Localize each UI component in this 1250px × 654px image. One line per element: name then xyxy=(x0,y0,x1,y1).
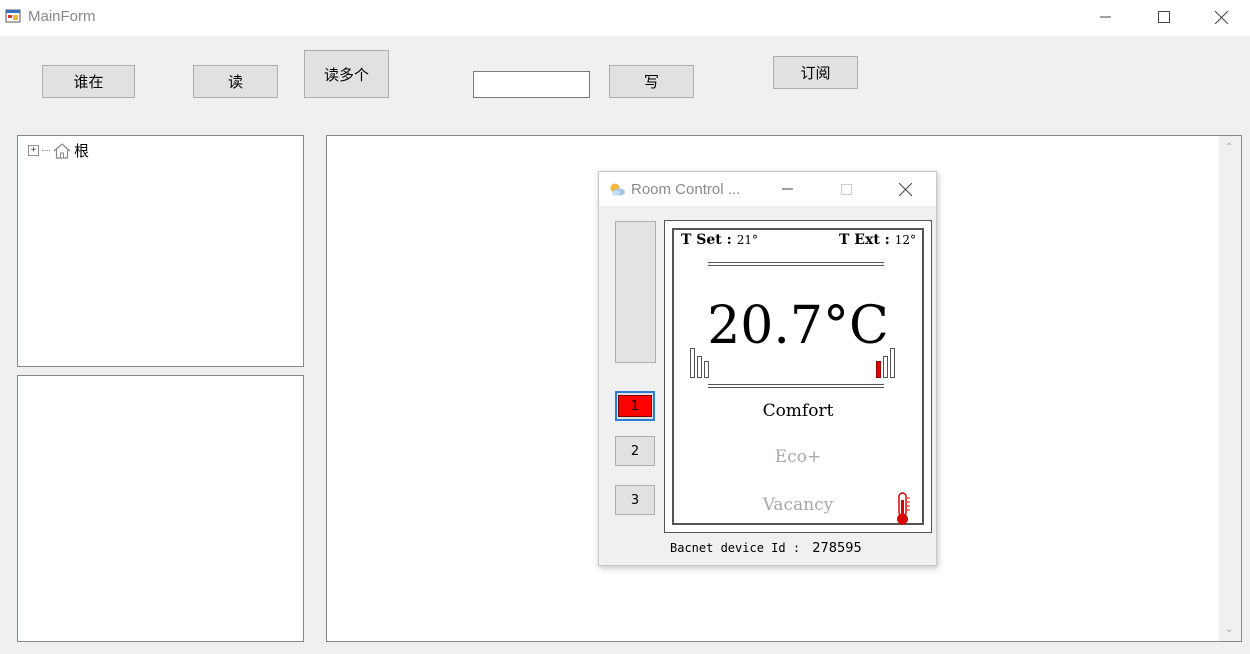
write-value-input[interactable] xyxy=(473,71,590,98)
preset-button-1[interactable]: 1 xyxy=(615,391,655,421)
weather-sun-cloud-icon xyxy=(610,183,625,196)
close-icon xyxy=(1214,10,1228,24)
level-bar xyxy=(697,356,702,378)
preset-button-1-label: 1 xyxy=(618,395,652,417)
minimize-icon xyxy=(1100,16,1111,18)
close-button[interactable] xyxy=(1192,0,1250,34)
thermostat-screen: T Set : 21° T Ext : 12° 20.7°C Comfort E… xyxy=(672,228,924,525)
scroll-down-icon[interactable]: ⌄ xyxy=(1225,624,1233,635)
room-control-title: Room Control ... xyxy=(631,181,741,198)
level-bar-active xyxy=(876,361,881,378)
device-id-line: Bacnet device Id : 278595 xyxy=(670,541,862,556)
write-button[interactable]: 写 xyxy=(609,65,694,98)
window-title: MainForm xyxy=(28,8,96,25)
main-titlebar[interactable]: MainForm xyxy=(0,0,1250,36)
house-icon xyxy=(53,142,71,159)
child-maximize-button[interactable] xyxy=(821,172,871,206)
room-control-titlebar[interactable]: Room Control ... xyxy=(599,172,936,206)
side-indicator-box xyxy=(615,221,656,363)
properties-panel[interactable] xyxy=(17,375,304,642)
minimize-button[interactable] xyxy=(1077,0,1135,34)
level-bar xyxy=(890,348,895,378)
current-temperature: 20.7°C xyxy=(707,296,889,356)
close-icon xyxy=(898,182,912,196)
device-id-label: Bacnet device Id : xyxy=(670,541,801,555)
app-form-icon xyxy=(5,9,21,23)
level-bar xyxy=(690,348,695,378)
mode-eco-plus[interactable]: Eco+ xyxy=(674,447,922,467)
t-set: T Set : 21° xyxy=(681,232,758,248)
t-ext-value: 12° xyxy=(894,233,916,247)
level-bar xyxy=(704,361,709,378)
maximize-button[interactable] xyxy=(1135,0,1193,34)
divider-bottom xyxy=(708,384,884,388)
child-minimize-button[interactable] xyxy=(763,172,813,206)
subscribe-button[interactable]: 订阅 xyxy=(773,56,858,89)
minimize-icon xyxy=(782,188,793,190)
left-level-bars xyxy=(690,348,709,378)
preset-button-2[interactable]: 2 xyxy=(615,436,655,466)
mode-vacancy[interactable]: Vacancy xyxy=(674,495,922,515)
device-tree[interactable]: + 根 xyxy=(17,135,304,367)
t-ext: T Ext : 12° xyxy=(839,232,916,248)
read-button[interactable]: 读 xyxy=(193,65,278,98)
who-is-button[interactable]: 谁在 xyxy=(42,65,135,98)
tree-node-root[interactable]: + 根 xyxy=(28,140,89,161)
mode-comfort[interactable]: Comfort xyxy=(674,401,922,421)
child-close-button[interactable] xyxy=(880,172,930,206)
thermometer-icon xyxy=(897,492,910,525)
divider-top xyxy=(708,262,884,266)
vertical-scrollbar[interactable]: ⌃ ⌄ xyxy=(1219,136,1241,641)
device-id-value: 278595 xyxy=(812,541,862,556)
room-control-window[interactable]: Room Control ... 1 2 3 T Set : 21° T Ext… xyxy=(598,171,937,566)
tree-root-label: 根 xyxy=(74,142,90,160)
maximize-icon xyxy=(840,183,852,195)
read-multiple-button[interactable]: 读多个 xyxy=(304,50,389,98)
scroll-up-icon[interactable]: ⌃ xyxy=(1225,142,1233,153)
level-bar xyxy=(883,356,888,378)
tree-connector xyxy=(42,150,50,151)
t-set-label: T Set : xyxy=(681,232,732,248)
t-set-value: 21° xyxy=(736,233,758,247)
maximize-icon xyxy=(1158,11,1170,23)
right-level-bars xyxy=(876,348,895,378)
tree-expand-icon[interactable]: + xyxy=(28,145,39,156)
thermostat-display: T Set : 21° T Ext : 12° 20.7°C Comfort E… xyxy=(664,220,932,533)
t-ext-label: T Ext : xyxy=(839,232,890,248)
preset-button-3[interactable]: 3 xyxy=(615,485,655,515)
